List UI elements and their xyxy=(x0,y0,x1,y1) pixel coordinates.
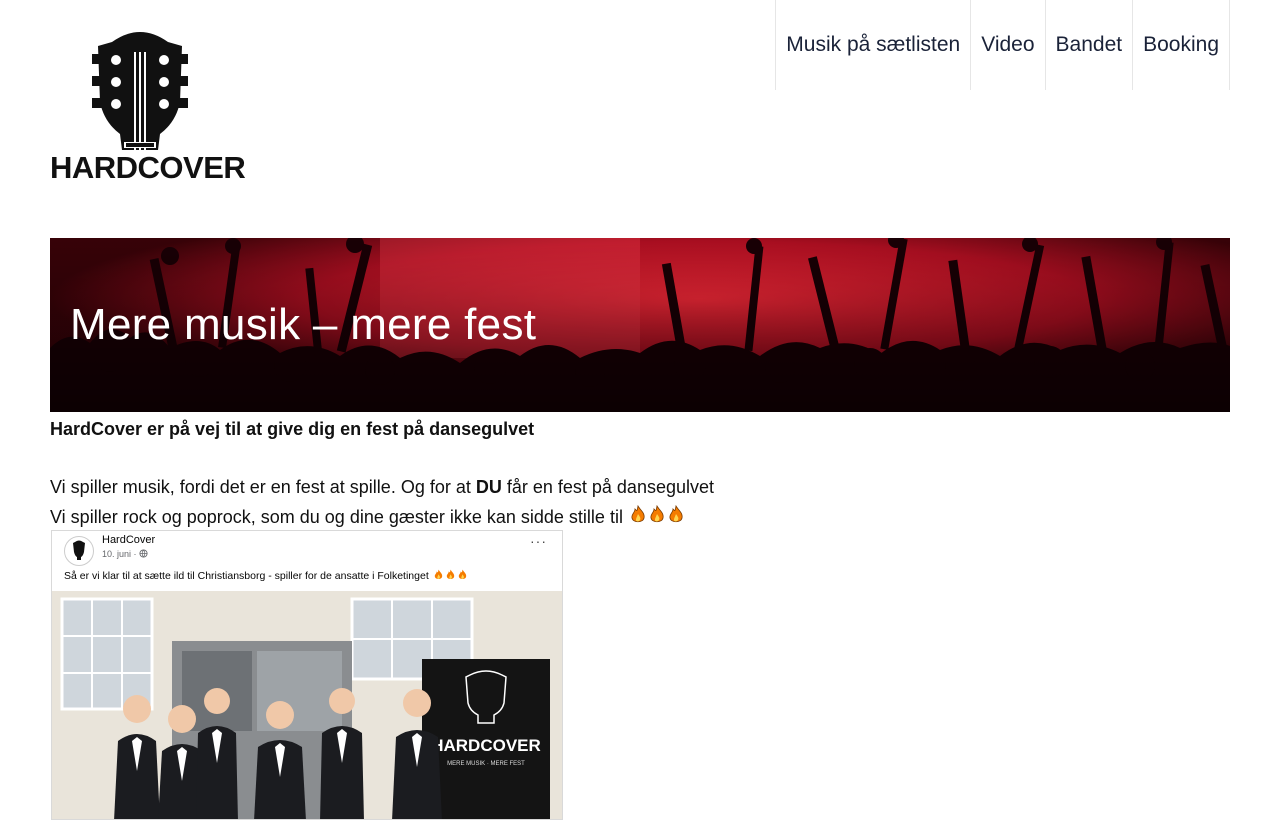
fire-icon xyxy=(650,505,664,523)
lead-paragraph: HardCover er på vej til at give dig en f… xyxy=(50,414,1230,444)
banner-wordmark: HARDCOVER xyxy=(431,736,541,755)
hero-title: Mere musik – mere fest xyxy=(70,300,537,349)
banner-slogan: MERE MUSIK · MERE FEST xyxy=(447,761,525,767)
paragraph-2-text: Vi spiller rock og poprock, som du og di… xyxy=(50,507,623,527)
avatar xyxy=(64,536,94,566)
post-date: 10. juni · xyxy=(102,549,148,559)
main-nav: Musik på sætlisten Video Bandet Booking xyxy=(775,0,1230,90)
post-text: Så er vi klar til at sætte ild til Chris… xyxy=(64,569,468,582)
lead-text: HardCover er på vej til at give dig en f… xyxy=(50,419,535,439)
social-post-image: HardCover 10. juni · ··· Så er vi klar t… xyxy=(51,530,563,820)
post-header: HardCover 10. juni · ··· Så er vi klar t… xyxy=(52,531,562,591)
globe-icon xyxy=(139,549,148,558)
paragraph-1-text: Vi spiller musik, fordi det er en fest a… xyxy=(50,477,476,497)
post-author: HardCover xyxy=(102,534,156,546)
fire-icon xyxy=(434,569,442,580)
fire-icon xyxy=(446,569,454,580)
logo-wordmark: HARDCOVER xyxy=(50,150,246,185)
paragraph-1-emphasis: DU xyxy=(475,477,502,497)
nav-item-booking[interactable]: Booking xyxy=(1132,0,1230,90)
post-date-text: 10. juni · xyxy=(102,549,137,559)
nav-item-musik[interactable]: Musik på sætlisten xyxy=(775,0,970,90)
nav-item-video[interactable]: Video xyxy=(970,0,1044,90)
nav-item-bandet[interactable]: Bandet xyxy=(1044,0,1133,90)
paragraph-1: Vi spiller musik, fordi det er en fest a… xyxy=(50,472,1230,502)
post-text-content: Så er vi klar til at sætte ild til Chris… xyxy=(64,570,429,582)
paragraph-2: Vi spiller rock og poprock, som du og di… xyxy=(50,502,1230,532)
band-photo: HARDCOVER MERE MUSIK · MERE FEST xyxy=(52,591,562,819)
more-options-icon[interactable]: ··· xyxy=(530,533,547,549)
guitar-headstock-icon xyxy=(73,540,85,560)
fire-icon xyxy=(669,505,683,523)
fire-icon xyxy=(631,505,645,523)
intro-text: HardCover er på vej til at give dig en f… xyxy=(50,414,1230,532)
paragraph-1-text-end: får en fest på dansegulvet xyxy=(501,477,715,497)
hero-banner: Mere musik – mere fest xyxy=(50,238,1230,412)
fire-icon xyxy=(458,569,466,580)
site-logo[interactable]: HARDCOVER xyxy=(50,24,246,188)
